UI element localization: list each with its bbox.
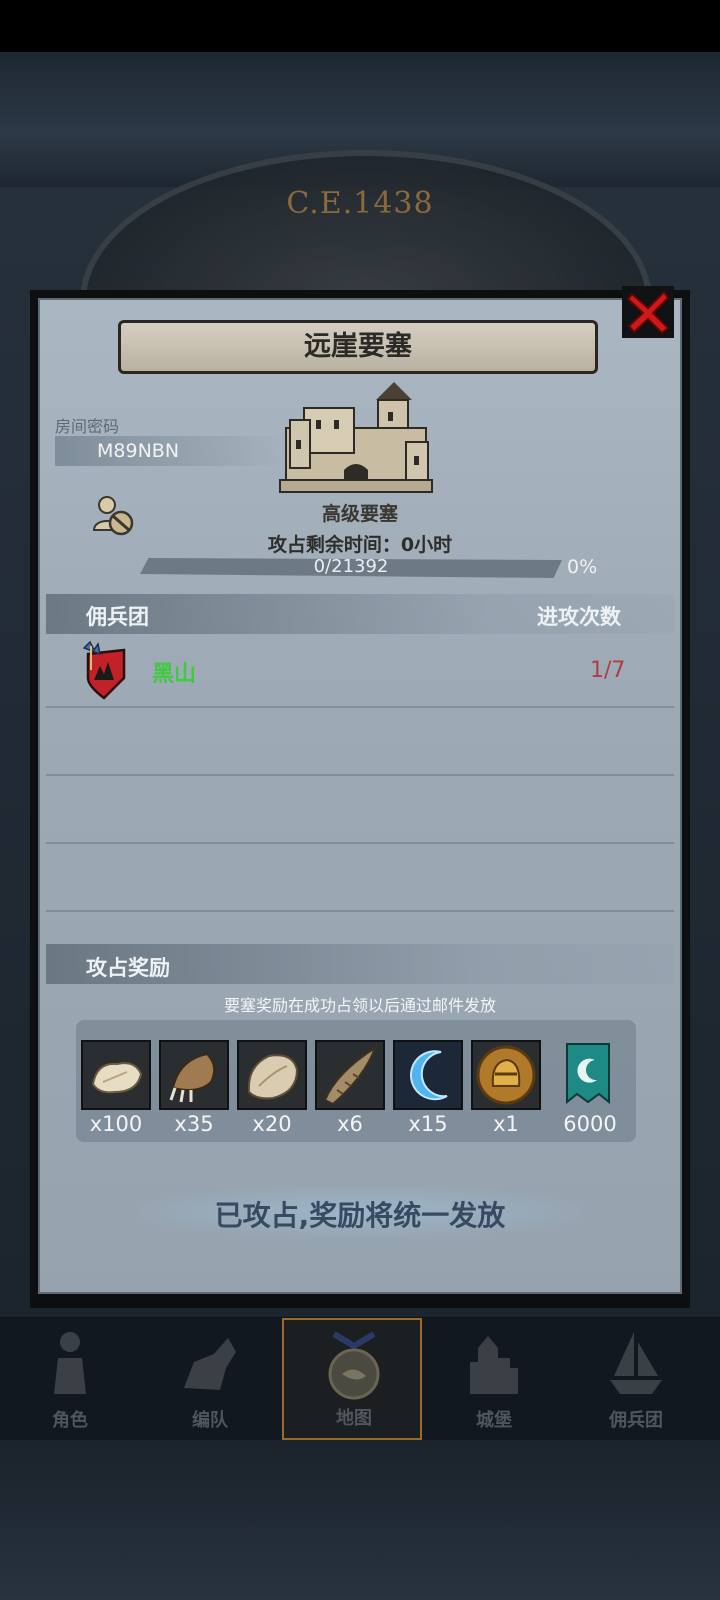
nav-tab-mercenary[interactable]: 佣兵团 [566, 1318, 706, 1440]
capture-progress-text: 0/21392 [313, 556, 389, 577]
claimed-status-button[interactable]: 已攻占,奖励将统一发放 [0, 1194, 720, 1234]
crescent-icon[interactable] [393, 1040, 463, 1110]
ship-icon [610, 1332, 662, 1394]
helmet-medal-icon[interactable] [471, 1040, 541, 1110]
dialog-title: 远崖要塞 [304, 331, 412, 362]
row-divider [46, 706, 674, 708]
claw-icon[interactable] [159, 1040, 229, 1110]
banner-icon[interactable] [555, 1040, 625, 1110]
fur-pelt-icon[interactable] [81, 1040, 151, 1110]
mercenary-emblem-icon [82, 640, 128, 700]
fortress-type: 高级要塞 [321, 503, 398, 525]
attack-count: 1/7 [590, 658, 626, 683]
era-text: C.E.1438 [286, 186, 434, 221]
reward-qty: 6000 [563, 1112, 617, 1136]
capture-progress-percent: 0% [567, 556, 598, 578]
attack-count-header: 进攻次数 [537, 605, 621, 629]
reward-qty: x1 [493, 1112, 519, 1136]
close-button[interactable] [622, 286, 674, 338]
reward-qty: x100 [89, 1112, 143, 1136]
hide-icon[interactable] [237, 1040, 307, 1110]
row-divider [46, 910, 674, 912]
nav-label: 角色 [52, 1410, 88, 1431]
nav-tab-map[interactable]: 地图 [282, 1318, 422, 1440]
nav-tab-formation[interactable]: 编队 [140, 1318, 280, 1440]
mercenary-name[interactable]: 黑山 [152, 656, 196, 688]
close-icon [622, 286, 674, 338]
remaining-time: 攻占剩余时间：0小时 [267, 534, 453, 556]
cavalry-icon [184, 1338, 236, 1390]
fortress-icon [276, 380, 436, 495]
horn-icon[interactable] [315, 1040, 385, 1110]
mercenary-header: 佣兵团 [86, 605, 149, 629]
bottom-area [0, 1440, 720, 1600]
nav-label: 编队 [192, 1410, 228, 1431]
nav-label: 佣兵团 [609, 1410, 663, 1431]
reward-qty: x20 [252, 1112, 292, 1136]
nav-label: 地图 [336, 1408, 372, 1429]
row-divider [46, 774, 674, 776]
knight-icon [54, 1332, 86, 1394]
row-divider [46, 842, 674, 844]
reward-note: 要塞奖励在成功占领以后通过邮件发放 [223, 996, 496, 1015]
nav-label: 城堡 [476, 1410, 512, 1431]
reward-header: 攻占奖励 [86, 956, 170, 980]
reward-qty: x35 [174, 1112, 214, 1136]
room-password-label: 房间密码 [55, 417, 120, 436]
reward-qty: x6 [337, 1112, 363, 1136]
nav-tab-role[interactable]: 角色 [0, 1318, 140, 1440]
status-bar [0, 0, 720, 52]
castle-icon [470, 1336, 518, 1394]
map-icon [328, 1331, 380, 1400]
room-code: M89NBN [97, 440, 180, 462]
reward-qty: x15 [408, 1112, 448, 1136]
nav-tab-castle[interactable]: 城堡 [424, 1318, 564, 1440]
